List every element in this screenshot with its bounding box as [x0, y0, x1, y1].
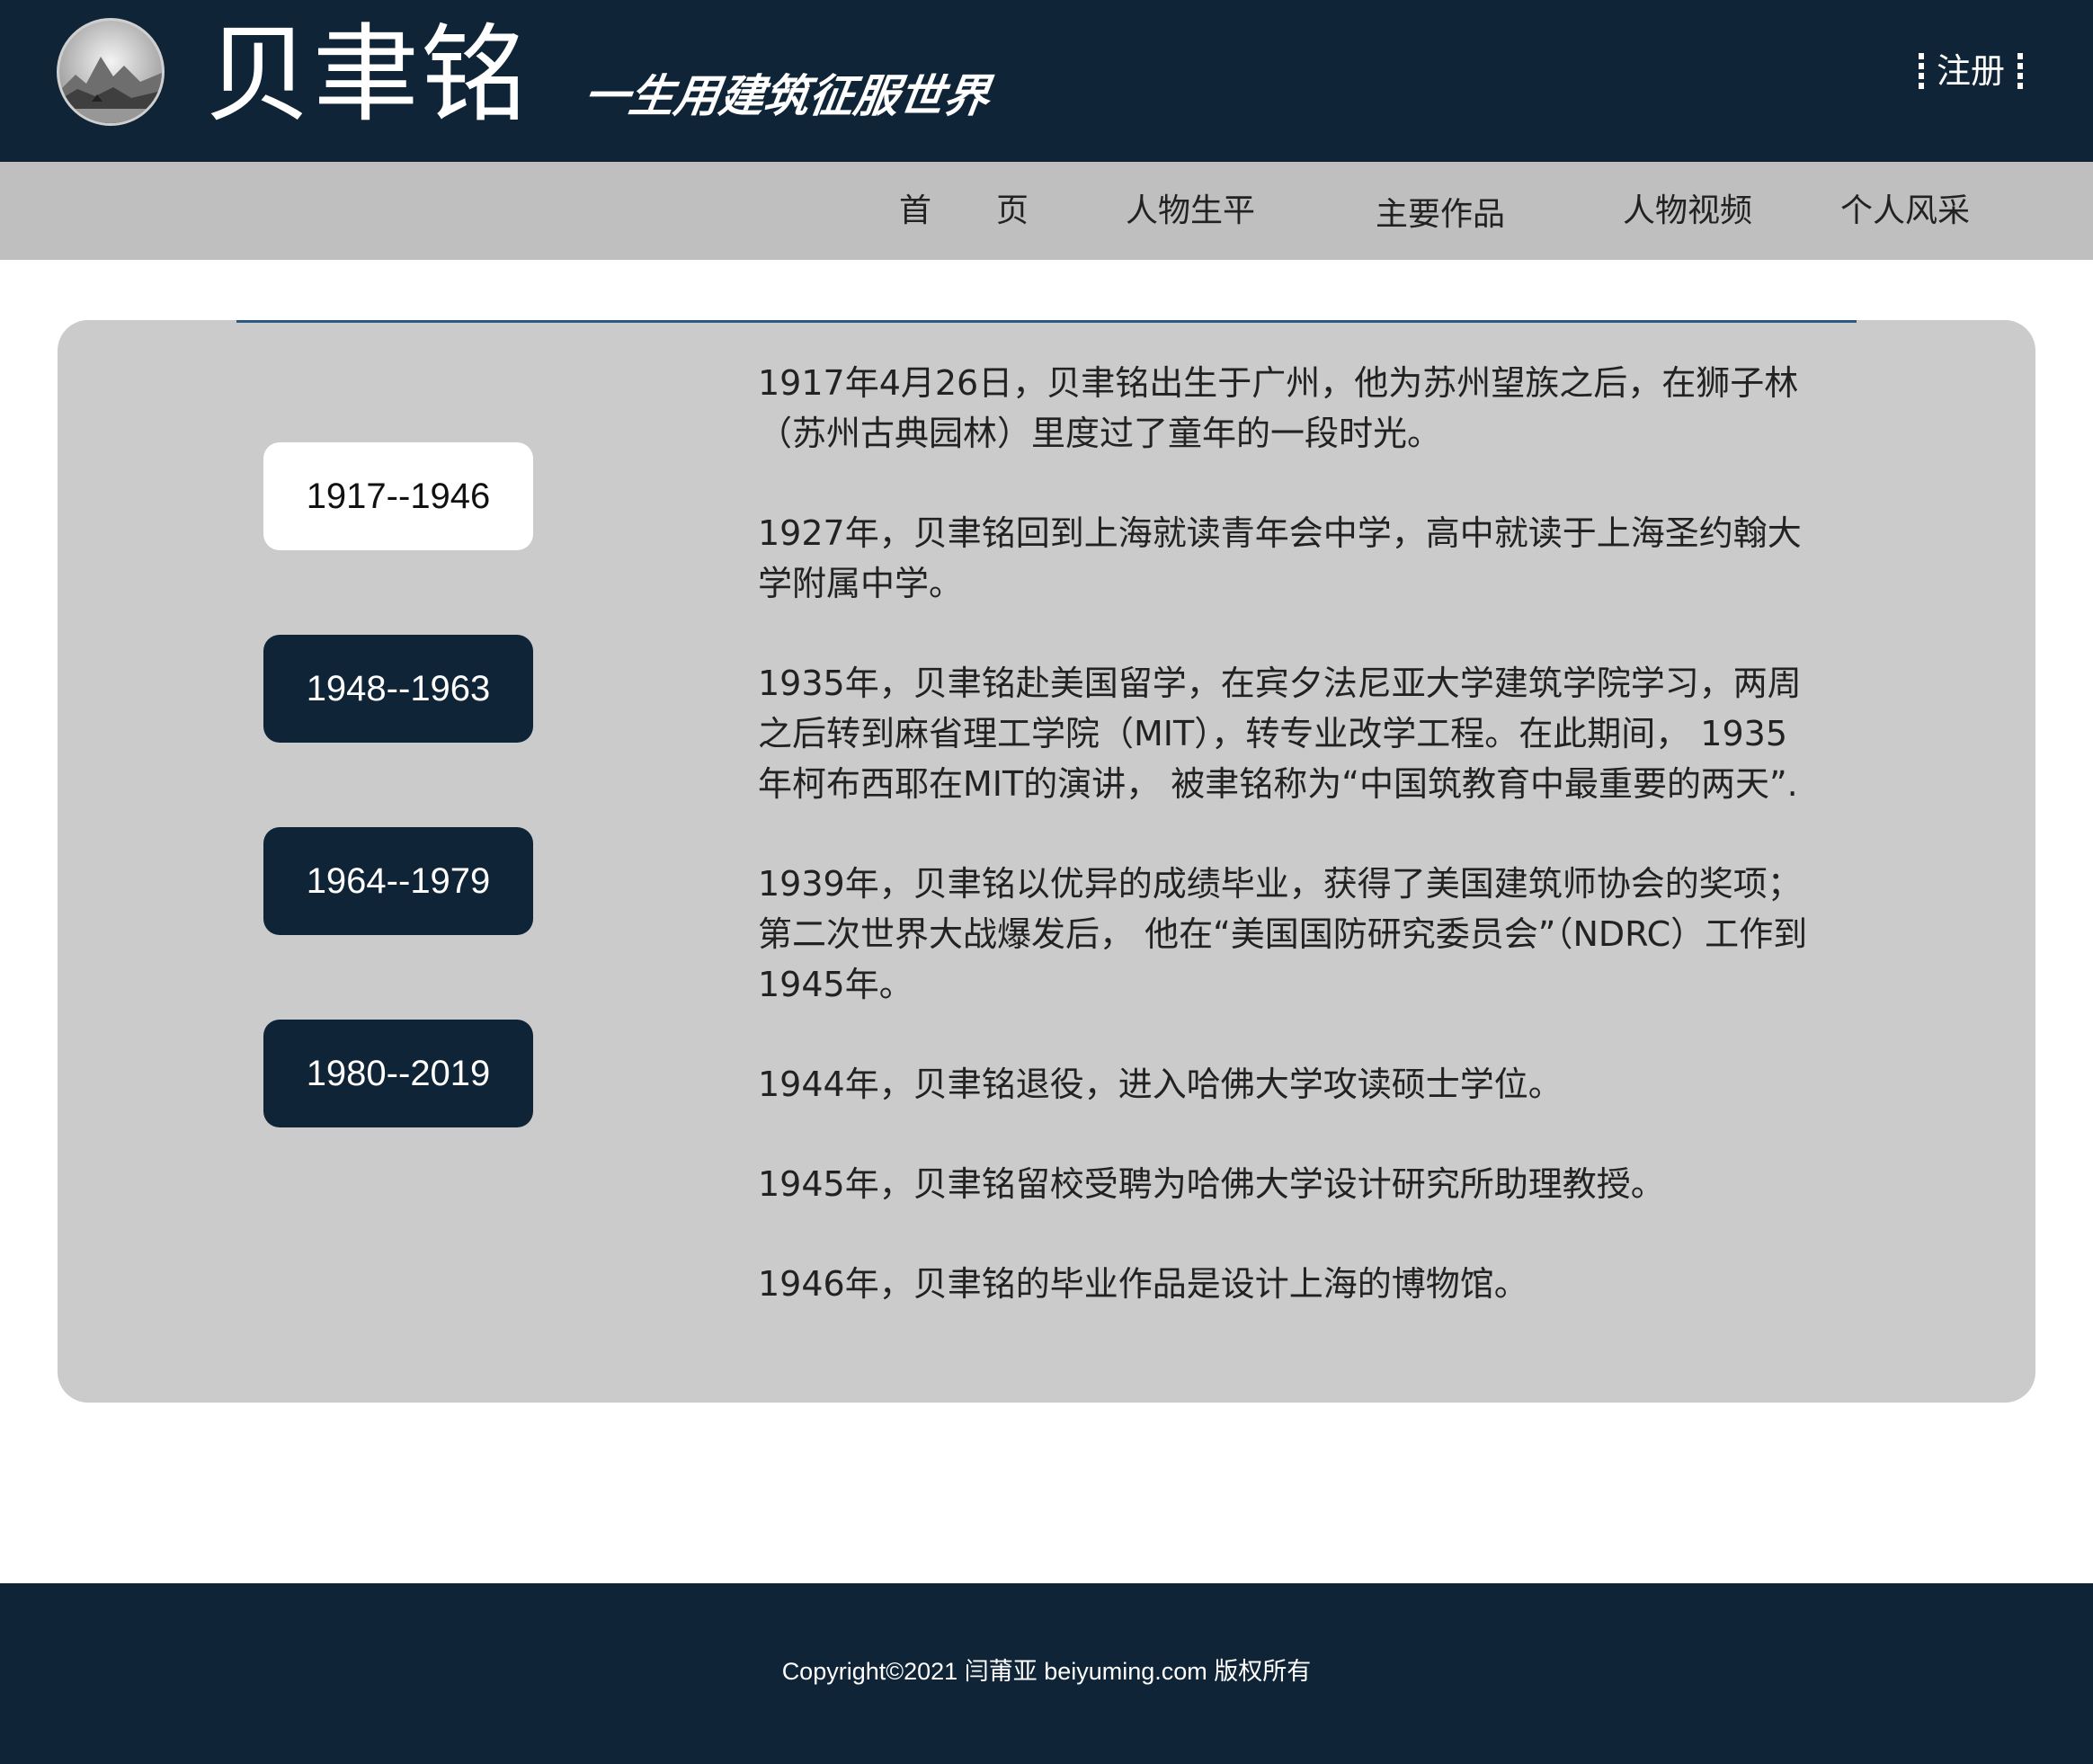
bio-entry-1944: 1944年，贝聿铭退役，进入哈佛大学攻读硕士学位。: [758, 1065, 1563, 1104]
register-label[interactable]: 注册: [1924, 49, 2017, 94]
nav-item-biography[interactable]: 人物生平: [1126, 189, 1255, 234]
period-button-1964-1979[interactable]: 1964--1979: [263, 827, 533, 935]
site-header: 贝聿铭 一生用建筑征服世界 注册: [0, 0, 2093, 162]
period-button-1980-2019[interactable]: 1980--2019: [263, 1020, 533, 1127]
period-button-1948-1963[interactable]: 1948--1963: [263, 635, 533, 743]
bio-entry-1917: 1917年4月26日，贝聿铭出生于广州，他为苏州望族之后，在狮子林（苏州古典园林…: [758, 363, 1799, 453]
period-button-1917-1946[interactable]: 1917--1946: [263, 442, 533, 550]
bio-entry-1946: 1946年，贝聿铭的毕业作品是设计上海的博物馆。: [758, 1264, 1528, 1304]
bio-entry-1945: 1945年，贝聿铭留校受聘为哈佛大学设计研究所助理教授。: [758, 1164, 1665, 1204]
panel-divider: [236, 320, 1857, 323]
register-link[interactable]: 注册: [1918, 49, 2023, 94]
divider-right: [2017, 53, 2023, 89]
biography-text: 1917年4月26日，贝聿铭出生于广州，他为苏州望族之后，在狮子林（苏州古典园林…: [758, 358, 1819, 1359]
nav-item-gallery[interactable]: 个人风采: [1840, 189, 1970, 234]
bio-entry-1927: 1927年，贝聿铭回到上海就读青年会中学，高中就读于上海圣约翰大学附属中学。: [758, 513, 1802, 603]
bio-entry-1935: 1935年，贝聿铭赴美国留学，在宾夕法尼亚大学建筑学院学习，两周之后转到麻省理工…: [758, 664, 1802, 804]
nav-item-home[interactable]: 首 页: [899, 189, 1029, 234]
bio-entry-1939: 1939年，贝聿铭以优异的成绩毕业，获得了美国建筑师协会的奖项；第二次世界大战爆…: [758, 864, 1808, 1004]
site-name: 贝聿铭: [205, 13, 530, 137]
copyright-text: Copyright©2021 闫莆亚 beiyuming.com 版权所有: [781, 1658, 1312, 1685]
landscape-painting-logo[interactable]: [57, 18, 165, 126]
nav-item-videos[interactable]: 人物视频: [1623, 189, 1752, 234]
nav-item-works[interactable]: 主要作品: [1376, 192, 1505, 237]
main-nav: 首 页 人物生平 主要作品 人物视频 个人风采: [0, 162, 2093, 260]
site-footer: Copyright©2021 闫莆亚 beiyuming.com 版权所有: [0, 1583, 2093, 1764]
site-slogan: 一生用建筑征服世界: [580, 69, 993, 122]
logo-image: [59, 21, 162, 123]
